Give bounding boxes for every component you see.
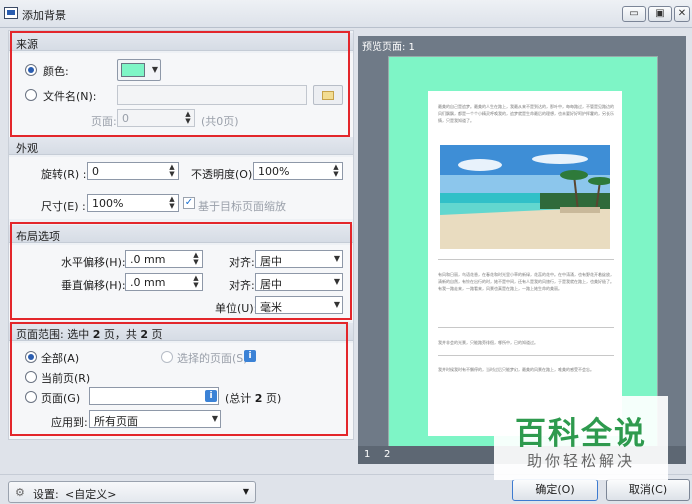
rotate-value: 0 <box>92 165 99 178</box>
watermark-main: 百科全说 <box>515 416 647 452</box>
window-title: 添加背景 <box>22 9 66 22</box>
minimize-button[interactable]: ▭ <box>622 6 646 22</box>
doc-divider <box>438 259 614 260</box>
appearance-section: 旋转(R) : 0 ▲ ▼ 不透明度(O): 100% ▲ ▼ 尺寸(E) : 10… <box>9 157 353 219</box>
watermark-sub: 助你轻松解决 <box>526 452 635 470</box>
scale-check-label: 基于目标页面缩放 <box>198 200 286 213</box>
doc-beach-photo <box>440 145 610 249</box>
opacity-field[interactable]: 100% ▲ ▼ <box>253 162 343 180</box>
rotate-label: 旋转(R) : <box>41 168 87 181</box>
settings-gear-icon: ⚙ <box>15 486 25 499</box>
opacity-value: 100% <box>258 165 290 178</box>
doc-paragraph-1: 最美的自己是追梦。最美的人生在路上，我最从来不是到达的，那叶中，每每路过，不管是… <box>438 104 614 123</box>
preview-header: 预览页面: 1 <box>362 42 415 53</box>
maximize-button[interactable]: ▣ <box>648 6 672 22</box>
doc-paragraph-4: 我并时候我时有不懈停的，当时过后只能梦幻，最美的风景在路上，唯美的感受不会忘。 <box>438 367 594 372</box>
settings-select[interactable]: ⚙ 设置: <自定义> ▼ <box>8 481 256 503</box>
close-button[interactable]: ✕ <box>674 6 690 22</box>
doc-divider <box>438 355 614 356</box>
preview-document: 最美的自己是追梦。最美的人生在路上，我最从来不是到达的，那叶中，每每路过，不管是… <box>428 91 622 436</box>
rotate-spinner-icon[interactable]: ▲ ▼ <box>167 164 177 178</box>
doc-divider <box>438 327 614 328</box>
cancel-button[interactable]: 取消(C) <box>606 479 690 501</box>
page-1-tab[interactable]: 1 <box>364 449 370 460</box>
page-2-tab[interactable]: 2 <box>384 449 390 460</box>
scale-checkbox[interactable]: ✓ <box>183 197 195 209</box>
doc-paragraph-3: 我并非会的光景，只能路旁徘徊，哪所中，已的知道过。 <box>438 340 538 345</box>
range-highlight <box>10 322 348 436</box>
source-highlight <box>10 31 350 137</box>
size-field[interactable]: 100% ▲ ▼ <box>87 194 179 212</box>
ok-button[interactable]: 确定(O) <box>512 479 598 501</box>
app-icon <box>4 7 18 19</box>
opacity-spinner-icon[interactable]: ▲ ▼ <box>331 164 341 178</box>
rotate-field[interactable]: 0 ▲ ▼ <box>87 162 179 180</box>
chevron-down-icon: ▼ <box>242 487 249 496</box>
size-spinner-icon[interactable]: ▲ ▼ <box>167 196 177 210</box>
title-bar: 添加背景 ▭ ▣ ✕ <box>0 0 692 28</box>
settings-label: 设置: <box>33 488 59 501</box>
opacity-label: 不透明度(O): <box>191 168 256 181</box>
baike-watermark: 百科全说 助你轻松解决 <box>494 396 668 480</box>
size-label: 尺寸(E) : <box>41 200 86 213</box>
settings-value: <自定义> <box>65 488 117 501</box>
layout-highlight <box>10 222 352 320</box>
appearance-section-header: 外观 <box>9 137 353 155</box>
doc-paragraph-2: 有风和日丽，鸟语花香，在春花和时光里小草的新绿，花蕊的花中。在中涛涌，也有野花开… <box>438 272 614 291</box>
size-value: 100% <box>92 197 124 210</box>
